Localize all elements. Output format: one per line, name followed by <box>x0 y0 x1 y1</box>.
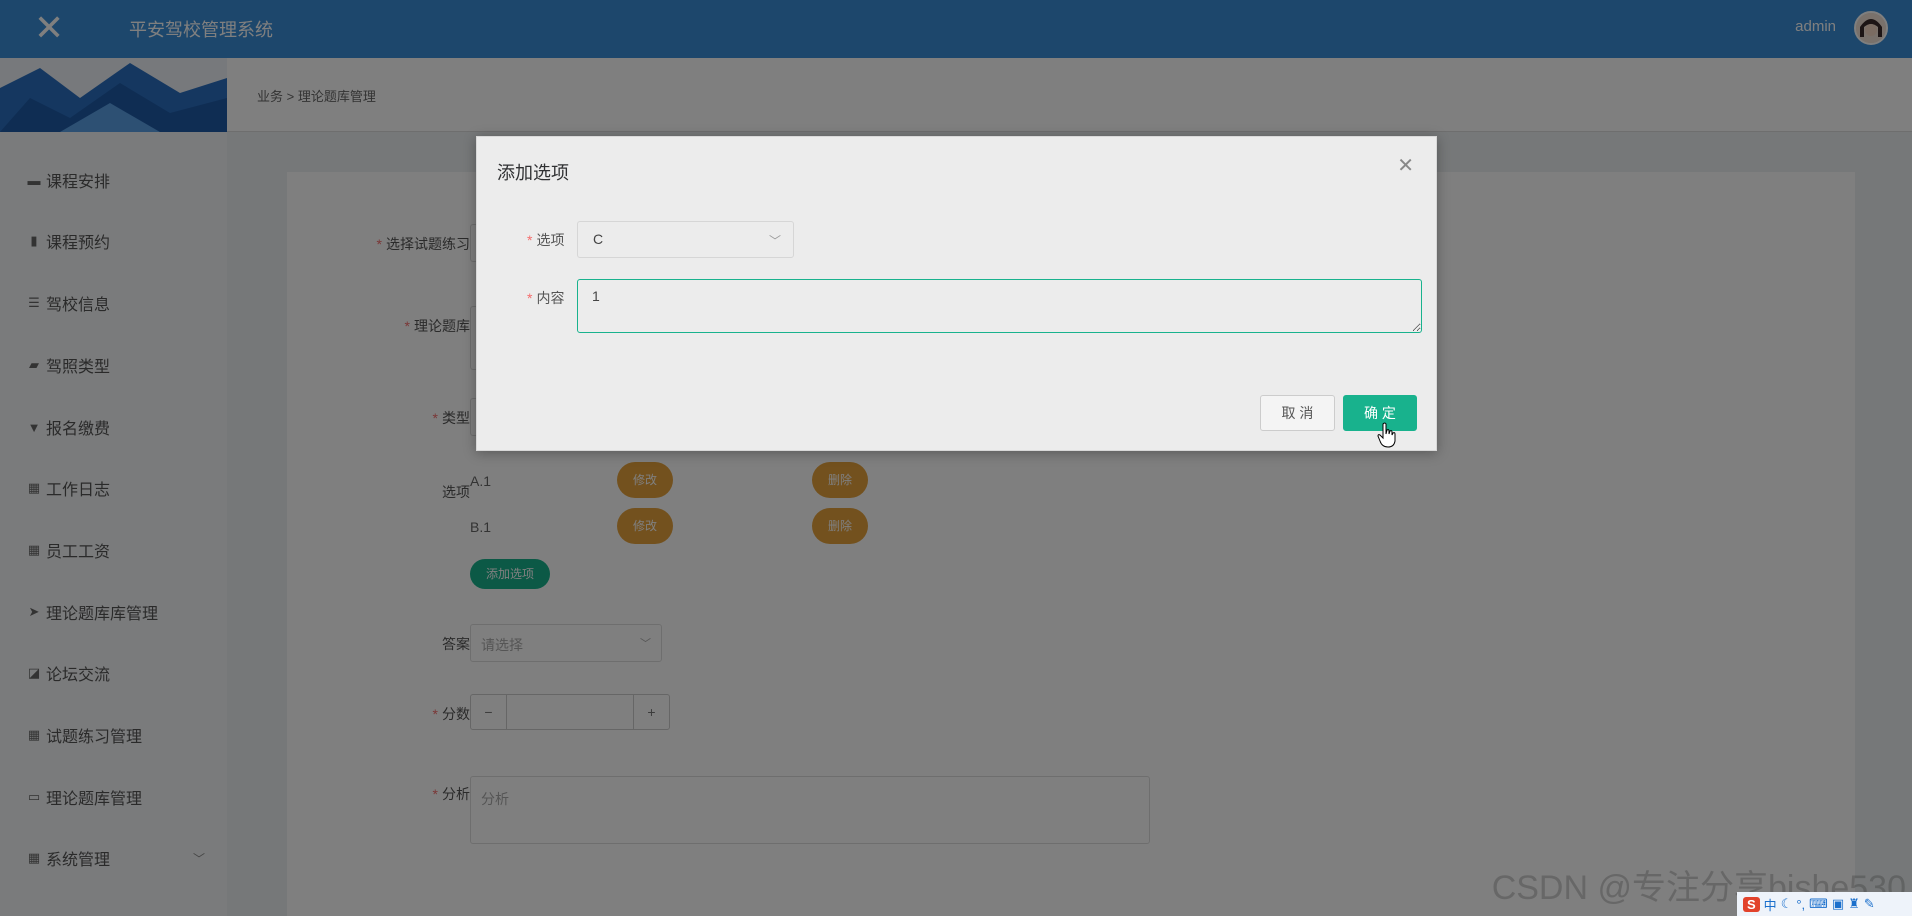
moon-icon[interactable]: ☾ <box>1781 896 1793 912</box>
option-select[interactable]: C ﹀ <box>577 221 794 258</box>
content-textarea[interactable]: 1 <box>577 279 1422 333</box>
lang-indicator[interactable]: 中 <box>1764 895 1777 914</box>
keyboard-icon[interactable]: ⌨ <box>1809 896 1828 912</box>
content-field-label: * 内容 <box>527 290 565 306</box>
wrench-icon[interactable]: ✎ <box>1864 896 1875 912</box>
punctuation-icon[interactable]: °, <box>1796 897 1805 912</box>
cancel-button[interactable]: 取 消 <box>1260 395 1335 431</box>
close-icon[interactable]: ✕ <box>1397 153 1414 178</box>
chevron-down-icon: ﹀ <box>768 234 781 248</box>
hand-cursor-icon <box>1377 422 1396 448</box>
skin-icon[interactable]: ▣ <box>1832 896 1844 912</box>
dialog-title: 添加选项 <box>497 163 569 183</box>
ime-tray: S 中 ☾ °, ⌨ ▣ ♜ ✎ <box>1737 892 1912 916</box>
option-field-label: * 选项 <box>527 232 565 248</box>
shirt-icon[interactable]: ♜ <box>1848 896 1860 912</box>
sogou-icon[interactable]: S <box>1743 896 1760 912</box>
option-select-value: C <box>593 231 604 247</box>
add-option-dialog: 添加选项 ✕ * 选项 C ﹀ * 内容 1 取 消 确 定 <box>476 136 1437 451</box>
